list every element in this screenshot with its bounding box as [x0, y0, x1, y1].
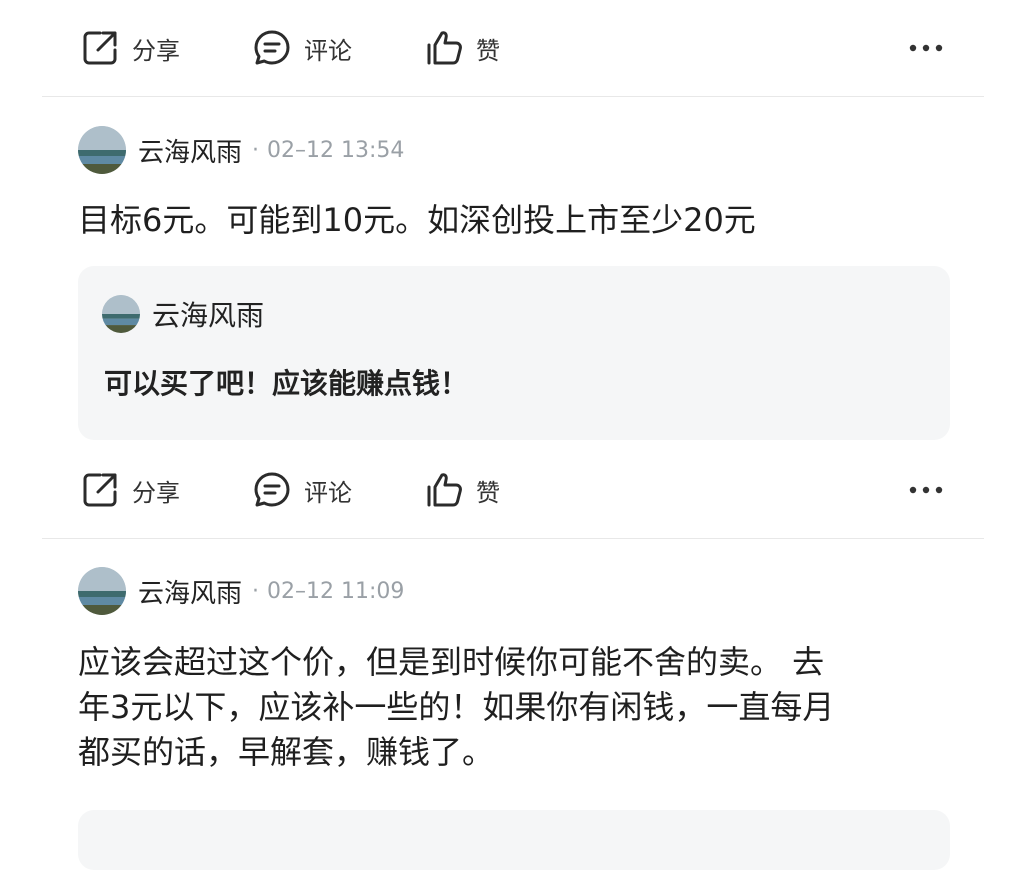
thumbs-up-icon — [424, 470, 464, 510]
ellipsis-icon — [908, 43, 944, 53]
more-options-button[interactable] — [906, 474, 946, 506]
share-button[interactable]: 分享 — [80, 460, 180, 520]
comment-header: 云海风雨 · 02–12 13:54 — [78, 126, 404, 174]
comment-icon — [252, 470, 292, 510]
avatar-image — [78, 126, 126, 174]
author-name[interactable]: 云海风雨 — [138, 573, 242, 610]
comment-feed: 分享 评论 赞 云海风雨 · 02–12 13:54 目标6元。可能到10元。如深… — [0, 0, 1024, 870]
comment-meta: · 02–12 13:54 — [252, 137, 405, 163]
author-name[interactable]: 云海风雨 — [138, 132, 242, 169]
comment-label: 评论 — [304, 478, 352, 507]
share-label: 分享 — [132, 478, 180, 507]
comment-text-line: 年3元以下，应该补一些的！如果你有闲钱，一直每月 — [78, 688, 835, 726]
avatar[interactable] — [78, 567, 126, 615]
comment-time: 02–12 13:54 — [267, 137, 405, 163]
ellipsis-icon — [908, 485, 944, 495]
avatar-image — [78, 567, 126, 615]
share-icon — [80, 28, 120, 68]
quoted-comment[interactable]: 云海风雨 可以买了吧！应该能赚点钱！ — [78, 266, 950, 440]
action-bar: 分享 评论 赞 — [0, 460, 1024, 520]
thumbs-up-icon — [424, 28, 464, 68]
comment-icon — [252, 28, 292, 68]
comment-button[interactable]: 评论 — [252, 18, 352, 78]
share-label: 分享 — [132, 36, 180, 65]
like-label: 赞 — [476, 478, 500, 507]
avatar — [102, 295, 140, 333]
quoted-comment[interactable] — [78, 810, 950, 870]
comment-text-line: 应该会超过这个价，但是到时候你可能不舍的卖。 去 — [78, 643, 825, 681]
like-button[interactable]: 赞 — [424, 460, 500, 520]
comment-header: 云海风雨 · 02–12 11:09 — [78, 567, 404, 615]
share-button[interactable]: 分享 — [80, 18, 180, 78]
quote-header: 云海风雨 — [102, 294, 264, 334]
more-options-button[interactable] — [906, 32, 946, 64]
comment-label: 评论 — [304, 36, 352, 65]
quote-author-name: 云海风雨 — [152, 299, 265, 332]
like-button[interactable]: 赞 — [424, 18, 500, 78]
comment-time: 02–12 11:09 — [267, 578, 405, 604]
comment-text: 目标6元。可能到10元。如深创投上市至少20元 — [78, 201, 756, 239]
comment-text-line: 都买的话，早解套，赚钱了。 — [78, 733, 495, 771]
share-icon — [80, 470, 120, 510]
divider — [42, 96, 984, 97]
avatar[interactable] — [78, 126, 126, 174]
quote-text: 可以买了吧！应该能赚点钱！ — [104, 367, 469, 400]
comment-button[interactable]: 评论 — [252, 460, 352, 520]
like-label: 赞 — [476, 36, 500, 65]
avatar-image — [102, 295, 140, 333]
action-bar: 分享 评论 赞 — [0, 18, 1024, 78]
comment-meta: · 02–12 11:09 — [252, 578, 405, 604]
divider — [42, 538, 984, 539]
comment-text: 应该会超过这个价，但是到时候你可能不舍的卖。 去 年3元以下，应该补一些的！如果… — [78, 640, 948, 775]
